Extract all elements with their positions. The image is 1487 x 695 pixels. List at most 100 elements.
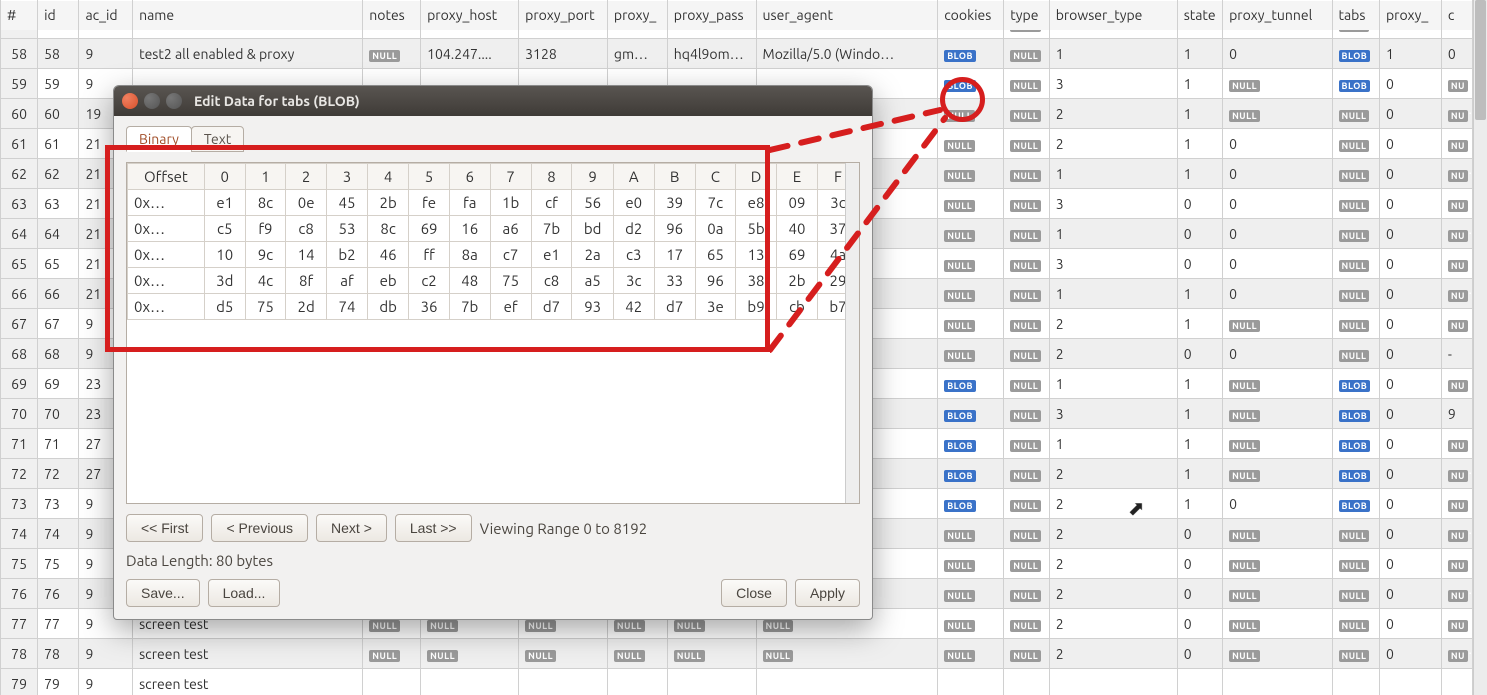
data-cell[interactable]: NULL bbox=[938, 129, 1004, 159]
data-cell[interactable]: 0 bbox=[1177, 219, 1222, 249]
data-cell[interactable]: 0 bbox=[1223, 489, 1332, 519]
data-cell[interactable]: 0 bbox=[1223, 249, 1332, 279]
data-cell[interactable] bbox=[1332, 669, 1379, 695]
data-cell[interactable]: NULL bbox=[1004, 399, 1049, 429]
data-cell[interactable]: BLOB bbox=[938, 399, 1004, 429]
data-cell[interactable]: NULL bbox=[421, 639, 519, 669]
dialog-titlebar[interactable]: Edit Data for tabs (BLOB) bbox=[114, 86, 872, 116]
data-cell[interactable]: 0 bbox=[1379, 69, 1441, 99]
data-cell[interactable]: 1 bbox=[1049, 429, 1177, 459]
blob-badge[interactable]: BLOB bbox=[1339, 80, 1371, 92]
data-cell[interactable]: 2 bbox=[1049, 489, 1177, 519]
data-cell[interactable] bbox=[756, 669, 938, 695]
data-cell[interactable]: NULL bbox=[1004, 459, 1049, 489]
data-cell[interactable]: 60 bbox=[38, 99, 79, 129]
blob-badge[interactable]: BLOB bbox=[944, 380, 976, 392]
data-cell[interactable]: 9 bbox=[1441, 399, 1472, 429]
data-cell[interactable]: NU bbox=[1441, 129, 1472, 159]
data-cell[interactable]: 0 bbox=[1379, 609, 1441, 639]
data-cell[interactable]: 0 bbox=[1177, 519, 1222, 549]
table-row[interactable]: 58589test2 all enabled & proxyNULL104.24… bbox=[1, 39, 1473, 69]
data-cell[interactable]: 1 bbox=[1049, 369, 1177, 399]
data-cell[interactable]: NULL bbox=[1004, 519, 1049, 549]
data-cell[interactable]: 0 bbox=[1379, 549, 1441, 579]
load-button[interactable]: Load... bbox=[208, 579, 281, 607]
data-cell[interactable]: NULL bbox=[938, 609, 1004, 639]
data-cell[interactable]: 2 bbox=[1049, 549, 1177, 579]
data-cell[interactable]: NULL bbox=[1223, 429, 1332, 459]
data-cell[interactable]: 0 bbox=[1379, 519, 1441, 549]
data-cell[interactable]: 71 bbox=[38, 429, 79, 459]
data-cell[interactable]: NULL bbox=[1004, 39, 1049, 69]
row-index-cell[interactable]: 60 bbox=[1, 99, 38, 129]
data-cell[interactable]: BLOB bbox=[938, 429, 1004, 459]
data-cell[interactable] bbox=[1004, 669, 1049, 695]
data-cell[interactable]: 3 bbox=[1049, 249, 1177, 279]
column-header[interactable]: notes bbox=[363, 0, 421, 30]
data-cell[interactable]: NU bbox=[1441, 609, 1472, 639]
hex-viewer[interactable]: Offset0123456789ABCDEF 0x…e18c0e452bfefa… bbox=[126, 162, 860, 504]
data-cell[interactable]: 0 bbox=[1379, 189, 1441, 219]
row-index-cell[interactable]: 69 bbox=[1, 369, 38, 399]
column-header[interactable]: state bbox=[1177, 0, 1222, 30]
data-cell[interactable]: NULL bbox=[1004, 579, 1049, 609]
row-index-cell[interactable]: 66 bbox=[1, 279, 38, 309]
data-cell[interactable]: NULL bbox=[756, 639, 938, 669]
data-cell[interactable]: NULL bbox=[519, 639, 608, 669]
row-index-cell[interactable]: 65 bbox=[1, 249, 38, 279]
data-cell[interactable]: 0 bbox=[1177, 249, 1222, 279]
row-index-cell[interactable]: 76 bbox=[1, 579, 38, 609]
data-cell[interactable]: NULL bbox=[938, 219, 1004, 249]
data-cell[interactable]: NULL bbox=[1223, 399, 1332, 429]
data-cell[interactable]: NULL bbox=[363, 639, 421, 669]
data-cell[interactable]: 58 bbox=[38, 39, 79, 69]
data-cell[interactable]: NULL bbox=[1332, 189, 1379, 219]
data-cell[interactable]: NULL bbox=[1004, 339, 1049, 369]
data-cell[interactable]: NU bbox=[1441, 99, 1472, 129]
data-cell[interactable]: NU bbox=[1441, 249, 1472, 279]
column-header[interactable]: type bbox=[1004, 0, 1049, 30]
data-cell[interactable]: 0 bbox=[1379, 129, 1441, 159]
column-header[interactable]: proxy_ bbox=[607, 0, 667, 30]
data-cell[interactable]: 3 bbox=[1049, 69, 1177, 99]
data-cell[interactable]: NULL bbox=[1223, 99, 1332, 129]
data-cell[interactable]: NULL bbox=[938, 249, 1004, 279]
data-cell[interactable]: NULL bbox=[1004, 129, 1049, 159]
close-icon[interactable] bbox=[122, 93, 138, 109]
blob-badge[interactable]: BLOB bbox=[944, 470, 976, 482]
row-index-cell[interactable]: 63 bbox=[1, 189, 38, 219]
data-cell[interactable]: BLOB bbox=[938, 369, 1004, 399]
data-cell[interactable]: NULL bbox=[1004, 309, 1049, 339]
data-cell[interactable]: - bbox=[1441, 339, 1472, 369]
data-cell[interactable]: 2 bbox=[1049, 639, 1177, 669]
close-button[interactable]: Close bbox=[721, 579, 787, 607]
table-row[interactable]: 79799screen test bbox=[1, 669, 1473, 695]
data-cell[interactable]: 0 bbox=[1379, 99, 1441, 129]
data-cell[interactable] bbox=[667, 669, 756, 695]
data-cell[interactable]: NULL bbox=[667, 639, 756, 669]
data-cell[interactable]: NULL bbox=[1332, 129, 1379, 159]
data-cell[interactable]: 0 bbox=[1379, 399, 1441, 429]
blob-badge[interactable]: BLOB bbox=[1339, 440, 1371, 452]
data-cell[interactable]: NULL bbox=[1332, 609, 1379, 639]
data-cell[interactable]: 1 bbox=[1177, 399, 1222, 429]
column-header[interactable]: id bbox=[38, 0, 79, 30]
data-cell[interactable]: BLOB bbox=[1332, 69, 1379, 99]
data-cell[interactable]: 1 bbox=[1177, 459, 1222, 489]
data-cell[interactable]: BLOB bbox=[1332, 429, 1379, 459]
data-cell[interactable]: 59 bbox=[38, 69, 79, 99]
data-cell[interactable]: 0 bbox=[1177, 549, 1222, 579]
tab-binary[interactable]: Binary bbox=[126, 126, 192, 152]
scrollbar-thumb[interactable] bbox=[1475, 0, 1486, 120]
data-cell[interactable]: 0 bbox=[1379, 159, 1441, 189]
data-cell[interactable]: 0 bbox=[1379, 459, 1441, 489]
data-cell[interactable]: NULL bbox=[1223, 309, 1332, 339]
data-cell[interactable]: BLOB bbox=[938, 489, 1004, 519]
data-cell[interactable] bbox=[607, 669, 667, 695]
data-cell[interactable]: 0 bbox=[1223, 159, 1332, 189]
data-cell[interactable]: 3 bbox=[1049, 399, 1177, 429]
blob-badge[interactable]: BLOB bbox=[944, 50, 976, 62]
data-cell[interactable]: BLOB bbox=[1332, 369, 1379, 399]
data-cell[interactable]: NU bbox=[1441, 549, 1472, 579]
data-cell[interactable]: 0 bbox=[1379, 279, 1441, 309]
